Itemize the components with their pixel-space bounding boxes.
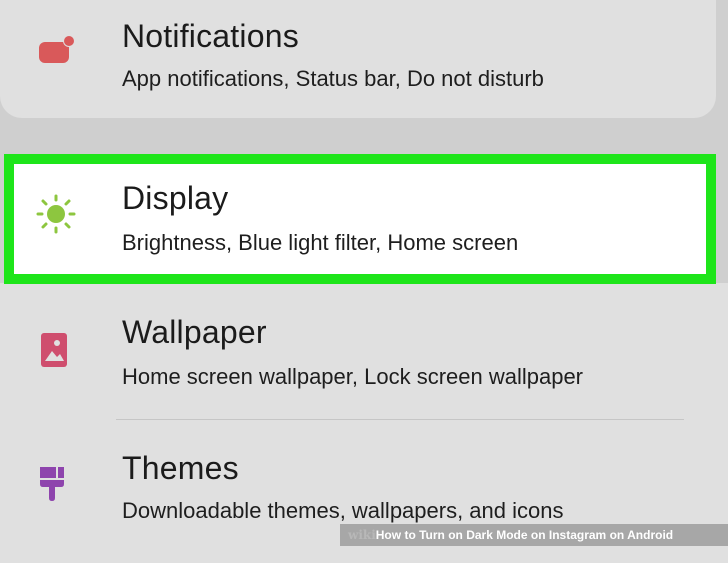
watermark-how: How: [375, 528, 402, 542]
settings-item-title: Themes: [122, 450, 239, 486]
settings-item-wallpaper[interactable]: Wallpaper Home screen wallpaper, Lock sc…: [0, 290, 728, 418]
settings-item-subtitle: Brightness, Blue light filter, Home scre…: [122, 230, 519, 255]
settings-item-title: Display: [122, 180, 229, 216]
settings-item-subtitle: Home screen wallpaper, Lock screen wallp…: [122, 364, 584, 389]
themes-icon: [36, 464, 76, 504]
settings-item-title: Notifications: [122, 18, 299, 54]
settings-item-notifications[interactable]: Notifications App notifications, Status …: [0, 0, 728, 118]
settings-item-display[interactable]: Display Brightness, Blue light filter, H…: [0, 164, 728, 274]
settings-item-subtitle: Downloadable themes, wallpapers, and ico…: [122, 498, 564, 523]
watermark: wikiHow to Turn on Dark Mode on Instagra…: [340, 524, 728, 546]
settings-item-subtitle: App notifications, Status bar, Do not di…: [122, 66, 544, 91]
watermark-text: to Turn on Dark Mode on Instagram on And…: [401, 528, 674, 542]
notification-icon: [36, 31, 76, 71]
wallpaper-icon: [36, 330, 76, 370]
watermark-brand: wiki: [348, 528, 376, 542]
brightness-icon: [36, 194, 76, 234]
settings-item-title: Wallpaper: [122, 314, 267, 350]
